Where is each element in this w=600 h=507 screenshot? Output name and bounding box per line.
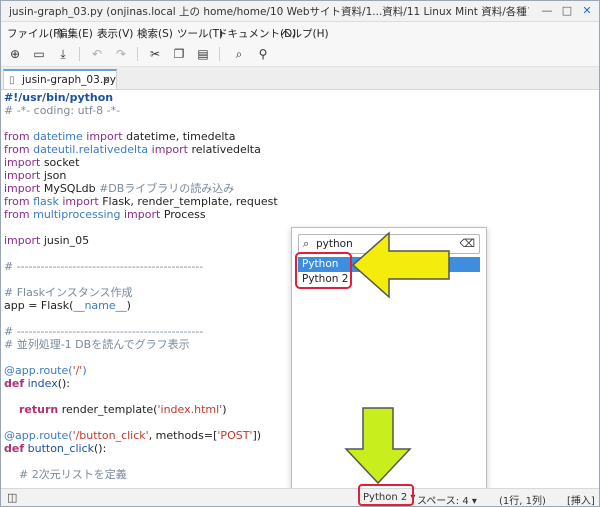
paste-icon[interactable]: ▤ bbox=[195, 46, 211, 62]
save-icon[interactable]: ⤓ bbox=[55, 46, 71, 62]
green-down-arrow bbox=[344, 407, 412, 485]
code-line: return render_template('index.html') bbox=[19, 403, 227, 416]
new-file-icon[interactable]: ⊕ bbox=[7, 46, 23, 62]
tab-jusin-graph[interactable]: ▯ jusin-graph_03.py × bbox=[3, 69, 117, 89]
code-line: # -*- coding: utf-8 -*- bbox=[4, 104, 121, 117]
code-line: # Flaskインスタンス作成 bbox=[4, 286, 133, 299]
title-bar: jusin-graph_03.py (onjinas.local 上の home… bbox=[1, 1, 599, 22]
toolbar: ⊕ ▭ ⤓ ↶ ↷ ✂ ❐ ▤ ⌕ ⚲ bbox=[1, 42, 599, 67]
code-line: import MySQLdb #DBライブラリの読み込み bbox=[4, 182, 235, 195]
highlight-box bbox=[358, 484, 414, 506]
highlight-box bbox=[295, 252, 352, 289]
code-line: from multiprocessing import Process bbox=[4, 208, 206, 221]
toolbar-separator bbox=[79, 47, 80, 61]
search-icon[interactable]: ⌕ bbox=[231, 46, 247, 62]
code-line: import json bbox=[4, 169, 67, 182]
code-line: from datetime import datetime, timedelta bbox=[4, 130, 236, 143]
cut-icon[interactable]: ✂ bbox=[147, 46, 163, 62]
menu-search[interactable]: 検索(S) bbox=[137, 26, 173, 41]
code-line: # 2次元リストを定義 bbox=[19, 468, 127, 481]
open-file-icon[interactable]: ▭ bbox=[31, 46, 47, 62]
cursor-position: (1行, 1列) bbox=[499, 496, 546, 507]
redo-icon[interactable]: ↷ bbox=[113, 46, 129, 62]
code-line: from flask import Flask, render_template… bbox=[4, 195, 278, 208]
code-line: # 並列処理-1 DBを読んでグラフ表示 bbox=[4, 338, 190, 351]
tab-width-selector[interactable]: スペース: 4 ▾ bbox=[417, 492, 477, 506]
clear-input-icon[interactable]: ⌫ bbox=[459, 237, 475, 250]
undo-icon[interactable]: ↶ bbox=[89, 46, 105, 62]
code-line: # --------------------------------------… bbox=[4, 325, 204, 338]
replace-icon[interactable]: ⚲ bbox=[255, 46, 271, 62]
menu-view[interactable]: 表示(V) bbox=[97, 26, 133, 41]
code-line: @app.route('/button_click', methods=['PO… bbox=[4, 429, 262, 442]
code-line: # --------------------------------------… bbox=[4, 260, 204, 273]
menu-file[interactable]: ファイル(F) bbox=[7, 26, 63, 41]
window-title: jusin-graph_03.py (onjinas.local 上の home… bbox=[9, 6, 529, 18]
minimize-icon[interactable]: — bbox=[539, 3, 555, 19]
code-line: @app.route('/') bbox=[4, 364, 87, 377]
code-line: import jusin_05 bbox=[4, 234, 90, 247]
menu-bar: ファイル(F) 編集(E) 表示(V) 検索(S) ツール(T) ドキュメント(… bbox=[1, 22, 599, 42]
code-line: from dateutil.relativedelta import relat… bbox=[4, 143, 261, 156]
copy-icon[interactable]: ❐ bbox=[171, 46, 187, 62]
document-icon: ▯ bbox=[9, 75, 15, 86]
toolbar-separator bbox=[219, 47, 220, 61]
insert-mode: [挿入] bbox=[567, 496, 595, 507]
menu-edit[interactable]: 編集(E) bbox=[57, 26, 93, 41]
maximize-icon[interactable]: □ bbox=[559, 3, 575, 19]
code-line: app = Flask(__name__) bbox=[4, 299, 131, 312]
status-bar: ◫ Python 2 ▾ スペース: 4 ▾ (1行, 1列) [挿入] bbox=[1, 488, 599, 507]
sidebar-toggle-icon[interactable]: ◫ bbox=[7, 491, 17, 504]
close-icon[interactable]: ✕ bbox=[579, 3, 595, 19]
search-icon: ⌕ bbox=[303, 237, 310, 250]
menu-help[interactable]: ヘルプ(H) bbox=[281, 26, 329, 41]
tab-close-icon[interactable]: × bbox=[102, 73, 111, 86]
code-line: def button_click(): bbox=[4, 442, 107, 455]
code-line: def index(): bbox=[4, 377, 71, 390]
tab-bar: ▯ jusin-graph_03.py × bbox=[1, 67, 599, 90]
editor-window: jusin-graph_03.py (onjinas.local 上の home… bbox=[0, 0, 600, 507]
toolbar-separator bbox=[137, 47, 138, 61]
code-line: #!/usr/bin/python bbox=[4, 91, 114, 104]
code-line: import socket bbox=[4, 156, 80, 169]
yellow-left-arrow bbox=[351, 231, 450, 299]
